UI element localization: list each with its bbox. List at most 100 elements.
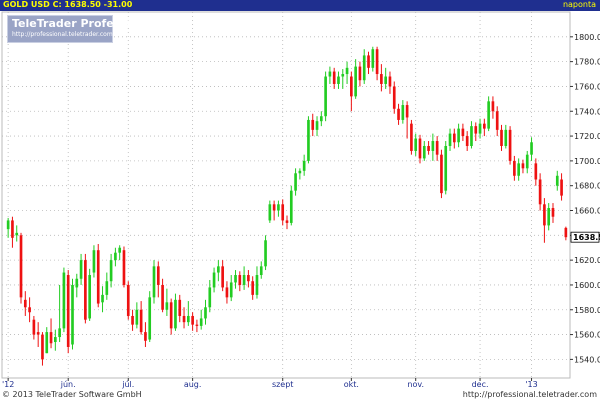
candle-body <box>470 126 473 146</box>
candle-body <box>392 86 396 109</box>
candle <box>294 168 297 196</box>
candle-body <box>54 337 57 343</box>
candle <box>307 116 310 164</box>
candle <box>435 136 439 161</box>
candle <box>444 141 448 195</box>
candle <box>302 154 306 176</box>
candle <box>298 168 302 180</box>
candle <box>534 158 538 186</box>
y-tick-label: 1680.00 <box>574 182 600 191</box>
candle-body <box>465 136 469 146</box>
candle-body <box>191 315 194 325</box>
candle-body <box>169 302 173 329</box>
candle <box>414 133 418 156</box>
candle <box>483 118 486 137</box>
candle-body <box>319 116 323 122</box>
candle <box>88 268 91 321</box>
candle <box>122 246 126 288</box>
candle <box>264 235 267 271</box>
candle <box>156 261 160 298</box>
candle <box>49 318 53 349</box>
candle <box>384 67 388 89</box>
candle <box>36 322 40 347</box>
candle-body <box>58 328 61 338</box>
candle <box>217 260 220 282</box>
candle <box>23 291 27 316</box>
y-tick-label: 1660.00 <box>574 207 600 216</box>
candle <box>525 150 529 174</box>
candle-body <box>92 250 96 273</box>
candle <box>45 327 49 354</box>
candle-body <box>204 307 207 319</box>
candle-body <box>156 266 160 285</box>
candle-body <box>11 220 14 238</box>
candle <box>255 266 259 299</box>
candle-body <box>504 129 508 146</box>
candle <box>538 173 542 211</box>
candle <box>440 149 443 199</box>
grid-lines <box>1 11 571 379</box>
candle <box>564 226 568 241</box>
candle <box>105 272 109 300</box>
candle <box>397 103 400 125</box>
footer-link[interactable]: http://professional.teletrader.com <box>463 390 597 399</box>
candle-body <box>551 208 555 217</box>
candle <box>101 286 104 313</box>
candle-body <box>118 247 122 253</box>
candle-body <box>259 266 263 276</box>
candle <box>191 312 194 331</box>
y-tick-label: 1580.00 <box>574 306 600 315</box>
candle-body <box>401 105 405 120</box>
candle <box>547 203 551 231</box>
candle <box>422 141 426 161</box>
candle-body <box>6 220 10 230</box>
candle <box>71 278 74 350</box>
candle-body <box>362 55 366 81</box>
plot-border <box>1 11 571 379</box>
candle-body <box>491 101 495 112</box>
candle <box>354 59 357 99</box>
candle <box>131 309 134 331</box>
candle <box>448 128 452 151</box>
candle <box>478 118 482 139</box>
chart-window: GOLD USD C: 1638.50 -31.00 naponta 1540.… <box>0 0 600 400</box>
x-tick-label: dec. <box>472 380 489 389</box>
x-tick-label: nov. <box>407 380 424 389</box>
candle-body <box>229 282 233 298</box>
candle-body <box>495 111 499 130</box>
candle <box>11 216 14 248</box>
candle-body <box>371 49 375 68</box>
candle-body <box>397 108 400 120</box>
candle <box>41 332 44 366</box>
candle <box>427 141 430 155</box>
candle-body <box>247 275 250 282</box>
candle-body <box>272 204 276 211</box>
candle <box>337 71 340 89</box>
candle-body <box>384 76 388 84</box>
y-tick-label: 1760.00 <box>574 82 600 91</box>
candle <box>199 309 203 330</box>
candle-body <box>564 227 568 238</box>
candle <box>238 271 242 292</box>
candle <box>268 200 272 223</box>
candle-body <box>444 145 448 191</box>
candle <box>371 46 375 72</box>
candle-body <box>534 163 538 180</box>
candle-body <box>521 163 525 169</box>
x-tick-label: jún. <box>60 380 76 389</box>
candle-body <box>186 315 190 323</box>
candle <box>221 260 224 292</box>
candle <box>543 198 546 243</box>
candle-body <box>457 128 460 143</box>
candle <box>380 64 383 92</box>
candle <box>148 291 152 343</box>
candle <box>375 46 379 81</box>
candle <box>289 185 293 226</box>
x-tick-label: aug. <box>184 380 202 389</box>
candle-body <box>311 119 315 130</box>
candle-body <box>452 133 456 143</box>
candle-body <box>251 281 255 295</box>
candle-body <box>315 121 319 130</box>
candle-body <box>144 332 147 341</box>
y-tick-label: 1540.00 <box>574 355 600 364</box>
